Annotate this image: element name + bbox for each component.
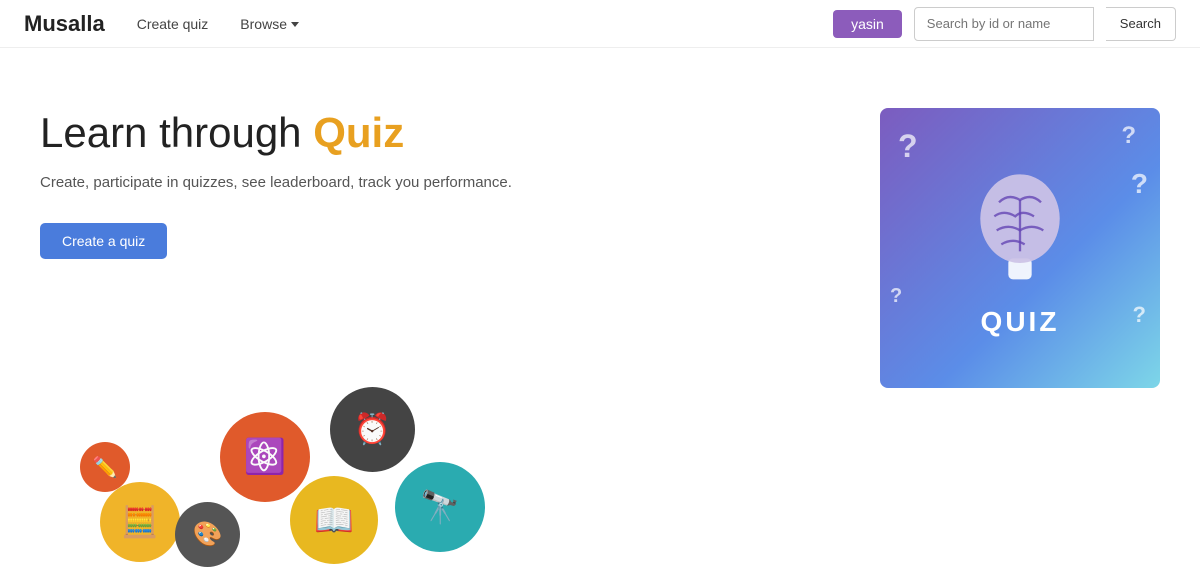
- hero-title-highlight: Quiz: [313, 109, 404, 156]
- book-icon: 📖: [290, 476, 378, 564]
- pencil-icon: ✏️: [80, 442, 130, 492]
- hero-title-part1: Learn through: [40, 109, 313, 156]
- question-mark-5: ?: [890, 285, 902, 308]
- search-input[interactable]: [914, 7, 1094, 41]
- hero-text: Learn through Quiz Create, participate i…: [40, 108, 512, 388]
- question-mark-2: ?: [1121, 122, 1136, 150]
- app-logo: Musalla: [24, 11, 105, 37]
- microscope-icon: 🔭: [395, 462, 485, 552]
- chevron-down-icon: [291, 22, 299, 27]
- nav-right: yasin Search: [833, 7, 1176, 41]
- search-button[interactable]: Search: [1106, 7, 1176, 41]
- quiz-label: QUIZ: [981, 306, 1060, 338]
- main-content: Learn through Quiz Create, participate i…: [0, 48, 1200, 388]
- hero-subtitle: Create, participate in quizzes, see lead…: [40, 174, 512, 191]
- navbar: Musalla Create quiz Browse yasin Search: [0, 0, 1200, 48]
- create-quiz-button[interactable]: Create a quiz: [40, 223, 167, 259]
- user-badge[interactable]: yasin: [833, 10, 902, 38]
- create-quiz-link[interactable]: Create quiz: [137, 16, 209, 32]
- hero-title: Learn through Quiz: [40, 108, 512, 158]
- browse-label: Browse: [240, 16, 287, 32]
- subject-icons: 🧮 ⚛️ ⏰ 🎨 📖 🔭 ✏️: [0, 382, 520, 582]
- atom-icon: ⚛️: [220, 412, 310, 502]
- palette-icon: 🎨: [175, 502, 240, 567]
- hero-quiz-image: ? ? ? ? ? QUIZ: [880, 108, 1160, 388]
- question-mark-1: ?: [898, 128, 918, 165]
- clock-icon: ⏰: [330, 387, 415, 472]
- question-mark-3: ?: [1131, 168, 1148, 200]
- question-mark-4: ?: [1133, 302, 1146, 328]
- calculator-icon: 🧮: [100, 482, 180, 562]
- nav-left: Musalla Create quiz Browse: [24, 11, 299, 37]
- browse-dropdown[interactable]: Browse: [240, 16, 299, 32]
- brain-icon: [950, 158, 1090, 298]
